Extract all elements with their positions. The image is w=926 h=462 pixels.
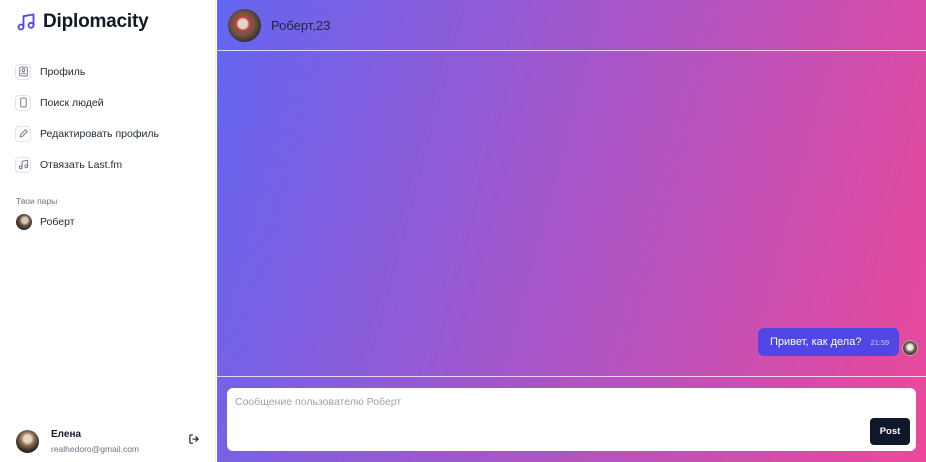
post-button[interactable]: Post <box>870 418 910 445</box>
music-note-icon <box>17 13 35 31</box>
chat-title: Роберт,23 <box>271 17 331 33</box>
phone-icon <box>15 94 31 111</box>
pencil-icon <box>15 125 31 142</box>
message-text: Привет, как дела? <box>770 336 862 348</box>
sidebar-item-edit-profile[interactable]: Редактировать профиль <box>15 118 205 149</box>
sidebar-nav: Профиль Поиск людей Редактировать профил… <box>15 56 205 180</box>
app-name: Diplomacity <box>43 11 149 32</box>
sidebar-item-label: Поиск людей <box>40 96 104 109</box>
user-name: Елена <box>51 428 82 440</box>
sidebar: Diplomacity Профиль Поиск людей Редактир… <box>0 0 216 462</box>
message-bubble: Привет, как дела? 21:59 <box>758 328 900 356</box>
logout-icon[interactable] <box>188 433 200 445</box>
message-time: 21:59 <box>870 337 890 347</box>
pair-item[interactable]: Роберт <box>16 214 75 230</box>
pairs-heading: Твои пары <box>16 196 58 206</box>
avatar[interactable] <box>228 8 261 42</box>
user-info: Елена realhedoro@gmail.com <box>51 429 139 454</box>
sidebar-item-label: Отвязать Last.fm <box>40 158 123 171</box>
user-email: realhedoro@gmail.com <box>51 443 140 454</box>
sidebar-item-label: Редактировать профиль <box>40 127 159 140</box>
avatar <box>16 214 32 230</box>
divider <box>217 376 926 377</box>
sidebar-item-profile[interactable]: Профиль <box>15 56 205 87</box>
brand[interactable]: Diplomacity <box>16 11 149 33</box>
avatar[interactable] <box>16 429 39 453</box>
pair-name: Роберт <box>40 216 75 228</box>
current-user: Елена realhedoro@gmail.com <box>16 427 206 455</box>
sidebar-item-label: Профиль <box>40 65 86 78</box>
message-input[interactable] <box>227 388 847 451</box>
avatar <box>902 340 918 356</box>
chat-header: Роберт,23 <box>217 0 926 51</box>
music-note-icon <box>15 156 31 173</box>
profile-icon <box>15 63 31 80</box>
sidebar-item-search-people[interactable]: Поиск людей <box>15 87 205 118</box>
message-composer: Post <box>227 388 916 451</box>
chat-panel: Роберт,23 Привет, как дела? 21:59 Post <box>217 0 926 462</box>
sidebar-item-unlink-lastfm[interactable]: Отвязать Last.fm <box>15 149 205 180</box>
